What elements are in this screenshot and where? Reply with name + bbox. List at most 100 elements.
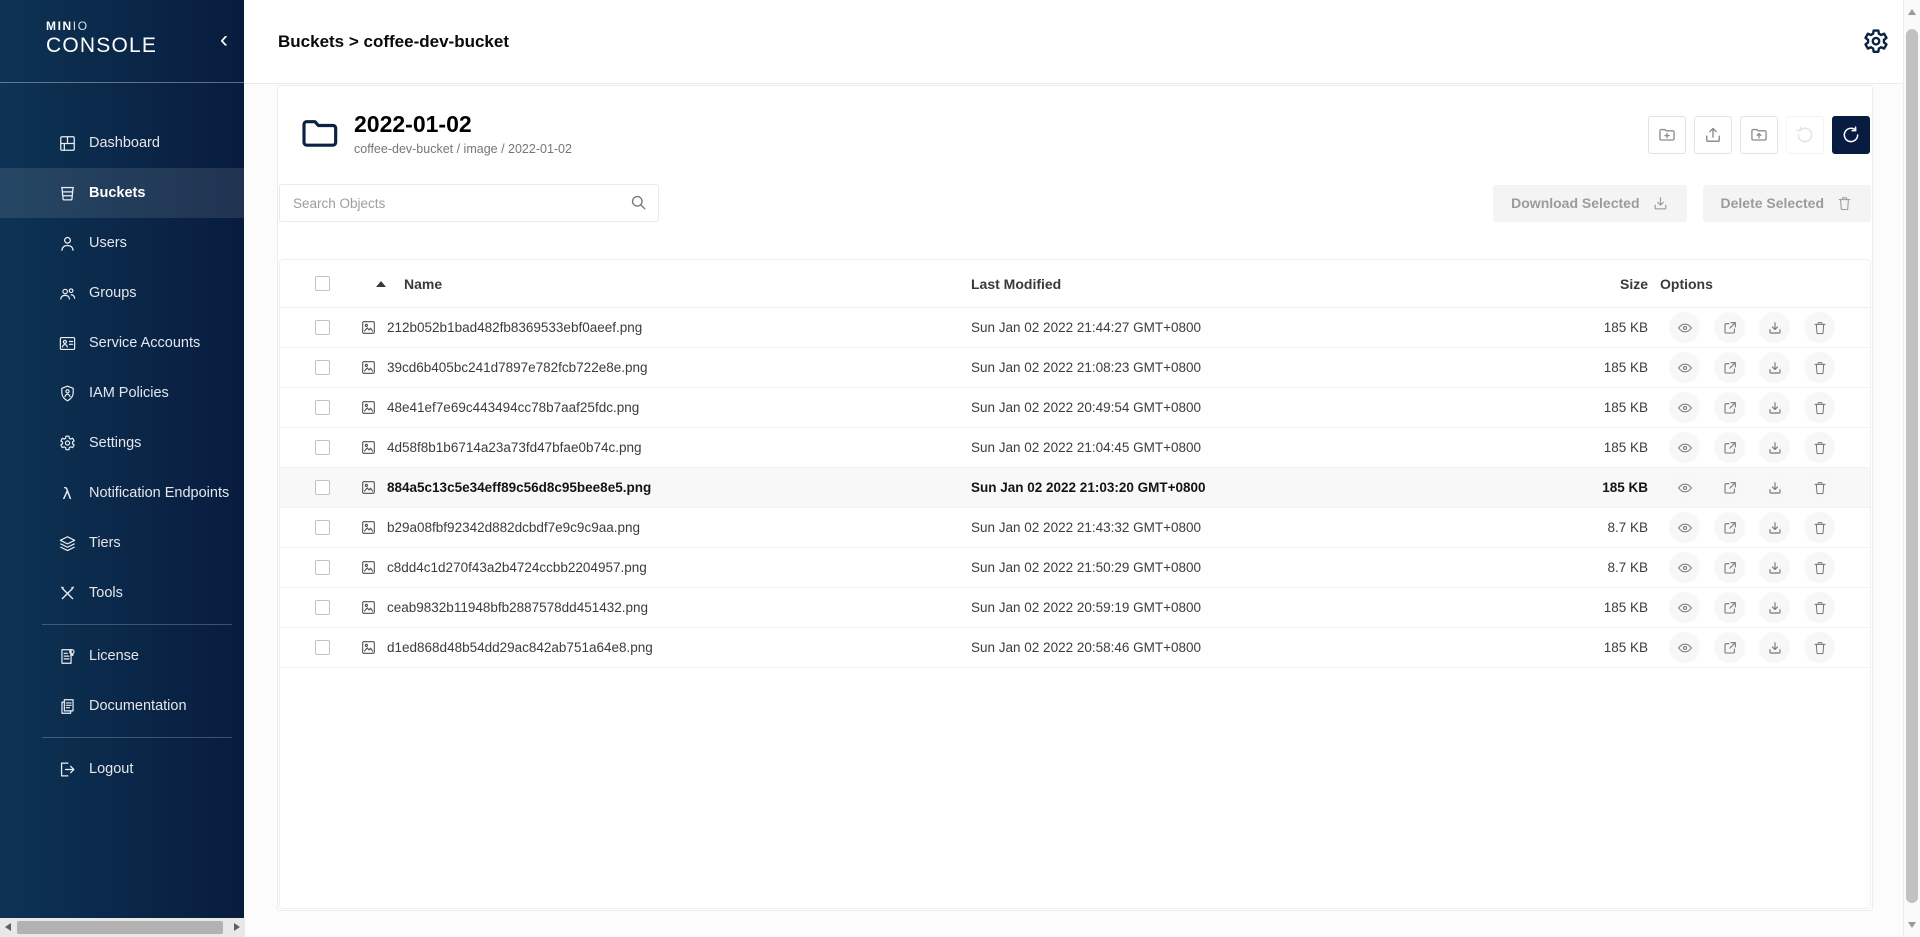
row-action-share[interactable] <box>1714 552 1745 583</box>
horizontal-scrollbar[interactable] <box>0 918 245 937</box>
object-name[interactable]: 212b052b1bad482fb8369533ebf0aeef.png <box>387 320 642 335</box>
row-action-download[interactable] <box>1759 512 1790 543</box>
settings-gear-icon[interactable] <box>1861 27 1891 57</box>
object-name[interactable]: 48e41ef7e69c443494cc78b7aaf25fdc.png <box>387 400 639 415</box>
row-action-delete[interactable] <box>1804 432 1835 463</box>
object-name[interactable]: 39cd6b405bc241d7897e782fcb722e8e.png <box>387 360 648 375</box>
row-action-share[interactable] <box>1714 632 1745 663</box>
row-action-preview[interactable] <box>1669 432 1700 463</box>
row-name-cell: b29a08fbf92342d882dcbdf7e9c9c9aa.png <box>352 519 971 536</box>
sidebar-item-dashboard[interactable]: Dashboard <box>0 118 244 168</box>
search-input[interactable] <box>279 184 659 222</box>
row-action-preview[interactable] <box>1669 472 1700 503</box>
row-action-download[interactable] <box>1759 392 1790 423</box>
sort-asc-icon[interactable] <box>376 281 386 287</box>
row-checkbox[interactable] <box>315 640 330 655</box>
row-action-share[interactable] <box>1714 472 1745 503</box>
scroll-up-arrow-icon[interactable] <box>1908 9 1916 15</box>
table-row[interactable]: d1ed868d48b54dd29ac842ab751a64e8.png Sun… <box>280 628 1870 668</box>
row-action-delete[interactable] <box>1804 512 1835 543</box>
row-action-delete[interactable] <box>1804 352 1835 383</box>
vertical-scroll-thumb[interactable] <box>1906 29 1918 903</box>
row-action-share[interactable] <box>1714 352 1745 383</box>
scroll-left-arrow-icon[interactable] <box>5 923 11 931</box>
sidebar-item-buckets[interactable]: Buckets <box>0 168 244 218</box>
column-name[interactable]: Name <box>404 276 442 292</box>
row-checkbox[interactable] <box>315 600 330 615</box>
sidebar-item-groups[interactable]: Groups <box>0 268 244 318</box>
sidebar-item-license[interactable]: License <box>0 631 244 681</box>
row-checkbox[interactable] <box>315 400 330 415</box>
row-checkbox[interactable] <box>315 480 330 495</box>
sidebar-collapse-icon[interactable]: ‹ <box>220 26 228 54</box>
row-action-download[interactable] <box>1759 432 1790 463</box>
delete-selected-button[interactable]: Delete Selected <box>1703 185 1872 222</box>
create-new-path-button[interactable] <box>1648 116 1686 154</box>
row-action-delete[interactable] <box>1804 632 1835 663</box>
object-name[interactable]: 4d58f8b1b6714a23a73fd47bfae0b74c.png <box>387 440 642 455</box>
select-all-checkbox[interactable] <box>315 276 330 291</box>
table-row[interactable]: 212b052b1bad482fb8369533ebf0aeef.png Sun… <box>280 308 1870 348</box>
row-action-share[interactable] <box>1714 312 1745 343</box>
object-name[interactable]: b29a08fbf92342d882dcbdf7e9c9c9aa.png <box>387 520 640 535</box>
sidebar-item-settings[interactable]: Settings <box>0 418 244 468</box>
sidebar-item-notification-endpoints[interactable]: Notification Endpoints <box>0 468 244 518</box>
upload-folder-button[interactable] <box>1740 116 1778 154</box>
row-name-cell: 884a5c13c5e34eff89c56d8c95bee8e5.png <box>352 479 971 496</box>
row-action-preview[interactable] <box>1669 592 1700 623</box>
row-action-delete[interactable] <box>1804 312 1835 343</box>
object-name[interactable]: c8dd4c1d270f43a2b4724ccbb2204957.png <box>387 560 647 575</box>
object-path-breadcrumb[interactable]: coffee-dev-bucket / image / 2022-01-02 <box>354 142 572 156</box>
sidebar-item-service-accounts[interactable]: Service Accounts <box>0 318 244 368</box>
row-action-download[interactable] <box>1759 632 1790 663</box>
row-action-download[interactable] <box>1759 552 1790 583</box>
object-name[interactable]: ceab9832b11948bfb2887578dd451432.png <box>387 600 648 615</box>
table-row[interactable]: 39cd6b405bc241d7897e782fcb722e8e.png Sun… <box>280 348 1870 388</box>
row-action-delete[interactable] <box>1804 472 1835 503</box>
row-action-preview[interactable] <box>1669 352 1700 383</box>
row-action-delete[interactable] <box>1804 392 1835 423</box>
row-checkbox[interactable] <box>315 440 330 455</box>
sidebar-item-logout[interactable]: Logout <box>0 744 244 794</box>
sidebar-item-tiers[interactable]: Tiers <box>0 518 244 568</box>
row-checkbox[interactable] <box>315 560 330 575</box>
sidebar-item-iam-policies[interactable]: IAM Policies <box>0 368 244 418</box>
row-checkbox[interactable] <box>315 520 330 535</box>
table-row[interactable]: 884a5c13c5e34eff89c56d8c95bee8e5.png Sun… <box>280 468 1870 508</box>
sidebar-item-users[interactable]: Users <box>0 218 244 268</box>
reload-button[interactable] <box>1832 116 1870 154</box>
object-name[interactable]: d1ed868d48b54dd29ac842ab751a64e8.png <box>387 640 653 655</box>
row-action-share[interactable] <box>1714 392 1745 423</box>
logo: MINIO CONSOLE ‹ <box>0 0 244 83</box>
download-selected-button[interactable]: Download Selected <box>1493 185 1686 222</box>
sidebar-item-documentation[interactable]: Documentation <box>0 681 244 731</box>
row-action-preview[interactable] <box>1669 312 1700 343</box>
table-row[interactable]: 48e41ef7e69c443494cc78b7aaf25fdc.png Sun… <box>280 388 1870 428</box>
row-action-delete[interactable] <box>1804 552 1835 583</box>
row-action-delete[interactable] <box>1804 592 1835 623</box>
row-action-preview[interactable] <box>1669 552 1700 583</box>
vertical-scrollbar[interactable] <box>1903 0 1920 937</box>
table-row[interactable]: ceab9832b11948bfb2887578dd451432.png Sun… <box>280 588 1870 628</box>
scroll-right-arrow-icon[interactable] <box>234 923 240 931</box>
row-action-preview[interactable] <box>1669 512 1700 543</box>
row-action-share[interactable] <box>1714 512 1745 543</box>
horizontal-scroll-thumb[interactable] <box>17 921 223 934</box>
row-action-download[interactable] <box>1759 472 1790 503</box>
row-action-download[interactable] <box>1759 312 1790 343</box>
row-checkbox[interactable] <box>315 360 330 375</box>
table-row[interactable]: c8dd4c1d270f43a2b4724ccbb2204957.png Sun… <box>280 548 1870 588</box>
row-action-share[interactable] <box>1714 432 1745 463</box>
sidebar-item-tools[interactable]: Tools <box>0 568 244 618</box>
row-action-preview[interactable] <box>1669 392 1700 423</box>
row-action-download[interactable] <box>1759 352 1790 383</box>
row-checkbox[interactable] <box>315 320 330 335</box>
upload-file-button[interactable] <box>1694 116 1732 154</box>
row-action-download[interactable] <box>1759 592 1790 623</box>
scroll-down-arrow-icon[interactable] <box>1908 922 1916 928</box>
object-name[interactable]: 884a5c13c5e34eff89c56d8c95bee8e5.png <box>387 480 651 495</box>
table-row[interactable]: 4d58f8b1b6714a23a73fd47bfae0b74c.png Sun… <box>280 428 1870 468</box>
table-row[interactable]: b29a08fbf92342d882dcbdf7e9c9c9aa.png Sun… <box>280 508 1870 548</box>
row-action-preview[interactable] <box>1669 632 1700 663</box>
row-action-share[interactable] <box>1714 592 1745 623</box>
